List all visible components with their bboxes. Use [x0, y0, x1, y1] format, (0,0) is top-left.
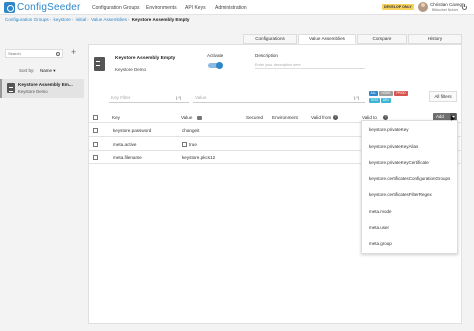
- nav-environments[interactable]: Environments: [146, 5, 177, 11]
- chip-none[interactable]: NONE: [379, 91, 393, 96]
- value-regex-toggle[interactable]: [.*]: [354, 95, 359, 100]
- top-bar: ConfigSeeder Configuration Groups Enviro…: [0, 0, 474, 15]
- search-icon: [56, 52, 60, 56]
- file-icon: [7, 83, 15, 93]
- brand-name: ConfigSeeder: [17, 2, 81, 13]
- row-value[interactable]: keystore.pkcs12: [182, 155, 215, 160]
- user-name[interactable]: Christian Cavegn: [430, 2, 465, 7]
- row-checkbox[interactable]: [93, 155, 98, 160]
- breadcrumb-configuration-groups[interactable]: Configuration Groups: [5, 17, 49, 22]
- header-environment[interactable]: Environment: [272, 115, 298, 120]
- value-filter-input[interactable]: Value: [193, 92, 365, 103]
- tab-value-assemblies[interactable]: Value Assemblies: [298, 34, 356, 44]
- configseeder-logo-icon: [4, 2, 15, 13]
- key-regex-toggle[interactable]: [.*]: [176, 95, 181, 100]
- description-input[interactable]: Enter your description here: [255, 63, 365, 69]
- nav-api-keys[interactable]: API Keys: [185, 5, 206, 11]
- add-assembly-button[interactable]: +: [71, 47, 76, 57]
- sort-value: Name: [40, 68, 53, 73]
- assembly-file-icon: [94, 57, 105, 71]
- row-key[interactable]: keystore.password: [113, 128, 151, 133]
- header-secured[interactable]: Secured: [246, 115, 263, 120]
- user-role: Bitbucket Nutzer: [432, 8, 459, 12]
- breadcrumb-value-assemblies[interactable]: Value Assemblies: [91, 17, 127, 22]
- menu-item-meta-user[interactable]: meta.user: [369, 225, 389, 230]
- header-value[interactable]: Value: [181, 115, 192, 120]
- search-input[interactable]: [6, 50, 54, 57]
- breadcrumb-initial[interactable]: initial: [76, 17, 86, 22]
- chip-test[interactable]: TEST: [369, 98, 380, 103]
- row-value[interactable]: changeit: [182, 128, 199, 133]
- value-display-icon[interactable]: [197, 116, 202, 120]
- assembly-subtitle: Keystore Demo: [115, 67, 147, 72]
- activate-label: Activate: [207, 53, 224, 58]
- tab-configurations[interactable]: Configurations: [243, 34, 297, 44]
- add-value-menu: keystore.privateKey keystore.privateKeyA…: [361, 120, 458, 254]
- menu-item-meta-group[interactable]: meta.group: [369, 241, 392, 246]
- row-value[interactable]: true: [189, 142, 197, 147]
- environment-badge: DEVELOP ONLY: [382, 4, 414, 10]
- header-valid-from[interactable]: Valid from: [311, 115, 331, 120]
- description-label: Description: [255, 53, 278, 58]
- row-checkbox[interactable]: [93, 128, 98, 133]
- assembly-title: Keystore Assembly Empty: [115, 56, 176, 61]
- sort-select[interactable]: Name ▾: [40, 68, 56, 74]
- logout-icon[interactable]: [462, 4, 467, 10]
- valid-from-info-icon[interactable]: ?: [333, 115, 338, 120]
- row-key[interactable]: meta.active: [113, 142, 137, 147]
- tab-history[interactable]: History: [408, 34, 462, 44]
- menu-item-certificates-filter-regex[interactable]: keystore.certificatesFilterRegex: [369, 192, 432, 197]
- sidebar-item-subtitle: Keystore Demo: [18, 89, 48, 94]
- nav-administration[interactable]: Administration: [215, 5, 247, 11]
- activate-toggle[interactable]: [208, 62, 223, 69]
- menu-item-certificates-configuration-groups[interactable]: keystore.certificatesConfigurationGroups: [369, 176, 450, 181]
- menu-item-private-key[interactable]: keystore.privateKey: [369, 127, 409, 132]
- add-label: Add: [436, 114, 444, 119]
- sort-label: Sort by:: [19, 68, 35, 73]
- row-key[interactable]: meta.filename: [113, 155, 142, 160]
- sidebar-item-keystore-assembly[interactable]: Keystore Assembly Em... Keystore Demo: [0, 79, 84, 98]
- all-filters-button[interactable]: All filters: [429, 91, 457, 102]
- chip-dev[interactable]: DEV: [381, 98, 391, 103]
- select-all-checkbox[interactable]: [93, 115, 98, 120]
- sidebar-search[interactable]: [5, 49, 63, 58]
- row-checkbox[interactable]: [93, 142, 98, 147]
- breadcrumb-current: Keystore Assembly Empty: [131, 17, 190, 22]
- row-value-checkbox[interactable]: [182, 142, 187, 147]
- menu-item-private-key-alias[interactable]: keystore.privateKeyAlias: [369, 144, 418, 149]
- breadcrumb: Configuration Groups› keystore› initial›…: [5, 17, 190, 22]
- breadcrumb-keystore[interactable]: keystore: [53, 17, 70, 22]
- menu-item-meta-mode[interactable]: meta.mode: [369, 209, 392, 214]
- nav-configuration-groups[interactable]: Configuration Groups: [92, 5, 140, 11]
- avatar[interactable]: [418, 2, 428, 12]
- sidebar-item-title: Keystore Assembly Em...: [18, 82, 73, 87]
- chip-prod[interactable]: PROD: [394, 91, 408, 96]
- menu-item-private-key-certificate[interactable]: keystore.privateKeyCertificate: [369, 160, 429, 165]
- chip-all[interactable]: ALL: [369, 91, 378, 96]
- header-key[interactable]: Key: [112, 115, 120, 120]
- tab-compare[interactable]: Compare: [357, 34, 407, 44]
